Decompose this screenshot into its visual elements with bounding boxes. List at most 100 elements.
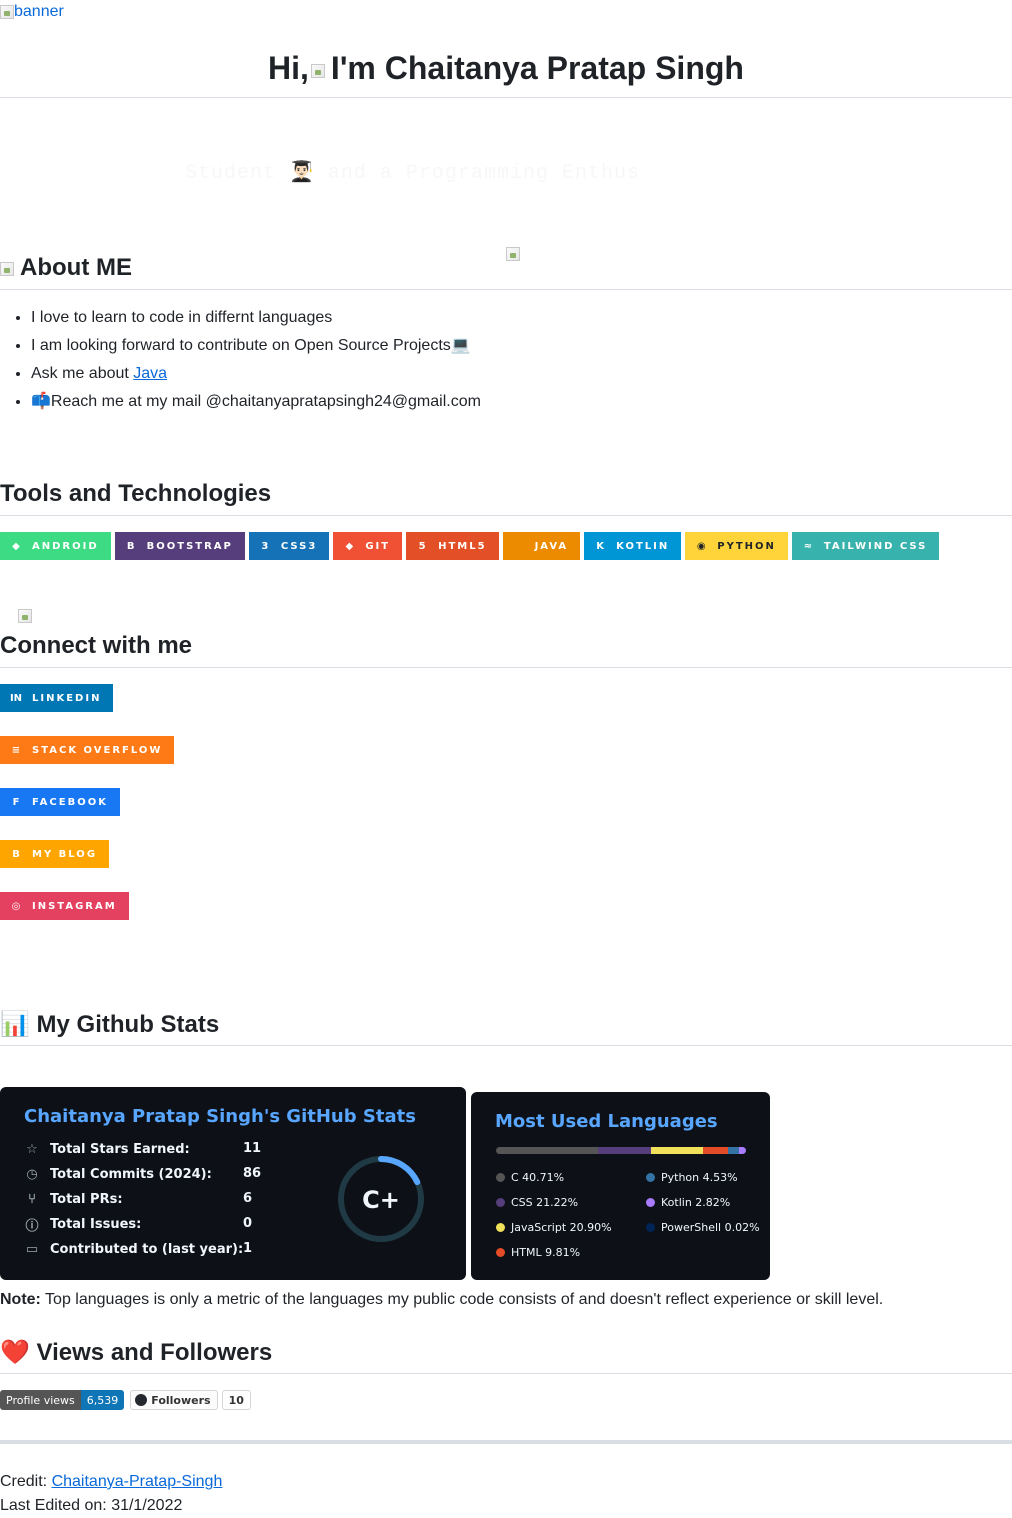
top-languages-card[interactable]: Most Used Languages C 40.71% CSS 21.22% Ja… xyxy=(471,1092,770,1280)
tech-badge-label: ANDROID xyxy=(32,541,99,552)
tech-badge-label: GIT xyxy=(365,541,390,552)
social-badge-label: FACEBOOK xyxy=(32,797,108,808)
views-followers-badges: Profile views 6,539 Followers 10 xyxy=(0,1390,251,1410)
language-dot-icon xyxy=(646,1173,655,1182)
tech-badge-tailwind-css[interactable]: ≈ TAILWIND CSS xyxy=(792,532,939,560)
language-item: Python 4.53% xyxy=(646,1171,738,1184)
connect-heading: Connect with me xyxy=(0,632,192,660)
about-item: Ask me about Java xyxy=(31,360,481,388)
stat-row: ⓘTotal Issues: xyxy=(24,1214,141,1234)
tech-badge-html5[interactable]: 5 HTML5 xyxy=(406,532,498,560)
followers-badge[interactable]: Followers 10 xyxy=(130,1390,251,1410)
language-item: HTML 9.81% xyxy=(496,1246,580,1259)
languages-card-title: Most Used Languages xyxy=(495,1111,718,1132)
credit-label: Credit: xyxy=(0,1473,52,1490)
banner-alt-text: banner xyxy=(14,3,64,20)
divider xyxy=(0,515,1012,516)
divider xyxy=(0,97,1012,98)
divider xyxy=(0,289,1012,290)
tech-badge-android[interactable]: ◆ ANDROID xyxy=(0,532,111,560)
title-hi: Hi, xyxy=(268,50,309,86)
social-badge-my-blog[interactable]: BMY BLOG xyxy=(0,840,109,868)
java-link[interactable]: Java xyxy=(133,365,167,382)
followers-count: 10 xyxy=(222,1390,251,1410)
stat-row: ◷Total Commits (2024): xyxy=(24,1164,212,1184)
stat-label: Total Stars Earned: xyxy=(50,1142,190,1157)
credit-link[interactable]: Chaitanya-Pratap-Singh xyxy=(52,1473,223,1490)
java-icon xyxy=(512,539,526,553)
waving-hand-icon xyxy=(311,64,325,78)
footer-divider xyxy=(0,1440,1012,1444)
stat-row: ⑂Total PRs: xyxy=(24,1189,123,1209)
profile-views-count: 6,539 xyxy=(81,1390,125,1410)
language-bar-segment xyxy=(598,1147,651,1154)
about-heading: About ME xyxy=(0,254,132,282)
language-dot-icon xyxy=(496,1198,505,1207)
tech-badge-bootstrap[interactable]: B BOOTSTRAP xyxy=(115,532,245,560)
page-title: Hi,I'm Chaitanya Pratap Singh xyxy=(0,50,1012,87)
tech-badge-label: TAILWIND CSS xyxy=(824,541,927,552)
connect-gif-icon xyxy=(18,609,32,623)
stat-value: 86 xyxy=(243,1166,261,1181)
language-dot-icon xyxy=(646,1223,655,1232)
tech-badge-label: HTML5 xyxy=(438,541,486,552)
tailwind-icon: ≈ xyxy=(801,539,815,553)
language-item: C 40.71% xyxy=(496,1171,564,1184)
instagram-icon: ◎ xyxy=(9,899,23,913)
social-badge-label: STACK OVERFLOW xyxy=(32,745,162,756)
profile-views-badge[interactable]: Profile views 6,539 xyxy=(0,1390,124,1410)
language-bar-segment xyxy=(496,1147,598,1154)
languages-progress-bar xyxy=(496,1147,746,1154)
divider xyxy=(0,667,1012,668)
social-badge-linkedin[interactable]: inLINKEDIN xyxy=(0,684,113,712)
social-badge-stack-overflow[interactable]: ≡STACK OVERFLOW xyxy=(0,736,174,764)
about-item: 📫Reach me at my mail @chaitanyapratapsin… xyxy=(31,388,481,416)
tech-badge-java[interactable]: JAVA xyxy=(503,532,581,560)
github-stats-heading: 📊 My Github Stats xyxy=(0,1010,219,1039)
language-label: Kotlin 2.82% xyxy=(661,1196,730,1209)
language-bar-segment xyxy=(739,1147,746,1154)
android-icon: ◆ xyxy=(9,539,23,553)
social-badge-instagram[interactable]: ◎INSTAGRAM xyxy=(0,892,129,920)
profile-views-label: Profile views xyxy=(0,1390,81,1410)
stat-label: Contributed to (last year): xyxy=(50,1242,243,1257)
footer: Credit: Chaitanya-Pratap-Singh Last Edit… xyxy=(0,1470,222,1518)
github-icon xyxy=(135,1394,147,1406)
history-icon: ◷ xyxy=(24,1166,40,1182)
language-bar-segment xyxy=(651,1147,703,1154)
about-item: I am looking forward to contribute on Op… xyxy=(31,332,481,360)
tech-badge-label: BOOTSTRAP xyxy=(147,541,233,552)
about-gif-icon xyxy=(0,262,14,276)
language-item: JavaScript 20.90% xyxy=(496,1221,612,1234)
stat-label: Total PRs: xyxy=(50,1192,123,1207)
coding-image xyxy=(506,247,520,261)
bootstrap-icon: B xyxy=(124,539,138,553)
broken-image-icon xyxy=(0,5,14,19)
tech-badge-label: KOTLIN xyxy=(616,541,669,552)
stat-label: Total Issues: xyxy=(50,1217,141,1232)
github-stats-card[interactable]: Chaitanya Pratap Singh's GitHub Stats ☆T… xyxy=(0,1087,466,1280)
tech-badge-python[interactable]: ◉PYTHON xyxy=(685,532,788,560)
tools-badges: ◆ ANDROID B BOOTSTRAP 3CSS3◆GIT 5 HTML5 JAVA KKO… xyxy=(0,532,943,560)
tech-badge-css3[interactable]: 3CSS3 xyxy=(249,532,329,560)
social-badge-facebook[interactable]: fFACEBOOK xyxy=(0,788,120,816)
language-label: C 40.71% xyxy=(511,1171,564,1184)
language-item: Kotlin 2.82% xyxy=(646,1196,730,1209)
language-item: CSS 21.22% xyxy=(496,1196,578,1209)
blogger-icon: B xyxy=(9,847,23,861)
tech-badge-label: JAVA xyxy=(535,541,569,552)
typing-animation-text: Student 👨🏻‍🎓 and a Programming Enthus xyxy=(185,159,640,185)
tech-badge-label: PYTHON xyxy=(717,541,776,552)
html5-icon: 5 xyxy=(415,539,429,553)
divider xyxy=(0,1045,1012,1046)
banner-image-link[interactable]: banner xyxy=(0,3,64,21)
language-dot-icon xyxy=(496,1248,505,1257)
note-text: Top languages is only a metric of the la… xyxy=(41,1291,883,1308)
language-bar-segment xyxy=(703,1147,728,1154)
tech-badge-kotlin[interactable]: KKOTLIN xyxy=(584,532,681,560)
tech-badge-git[interactable]: ◆GIT xyxy=(333,532,402,560)
about-heading-text: About ME xyxy=(20,254,132,281)
connect-badges: inLINKEDIN ≡STACK OVERFLOW fFACEBOOK BMY BL… xyxy=(0,684,174,944)
tech-badge-label: CSS3 xyxy=(281,541,317,552)
language-label: CSS 21.22% xyxy=(511,1196,578,1209)
